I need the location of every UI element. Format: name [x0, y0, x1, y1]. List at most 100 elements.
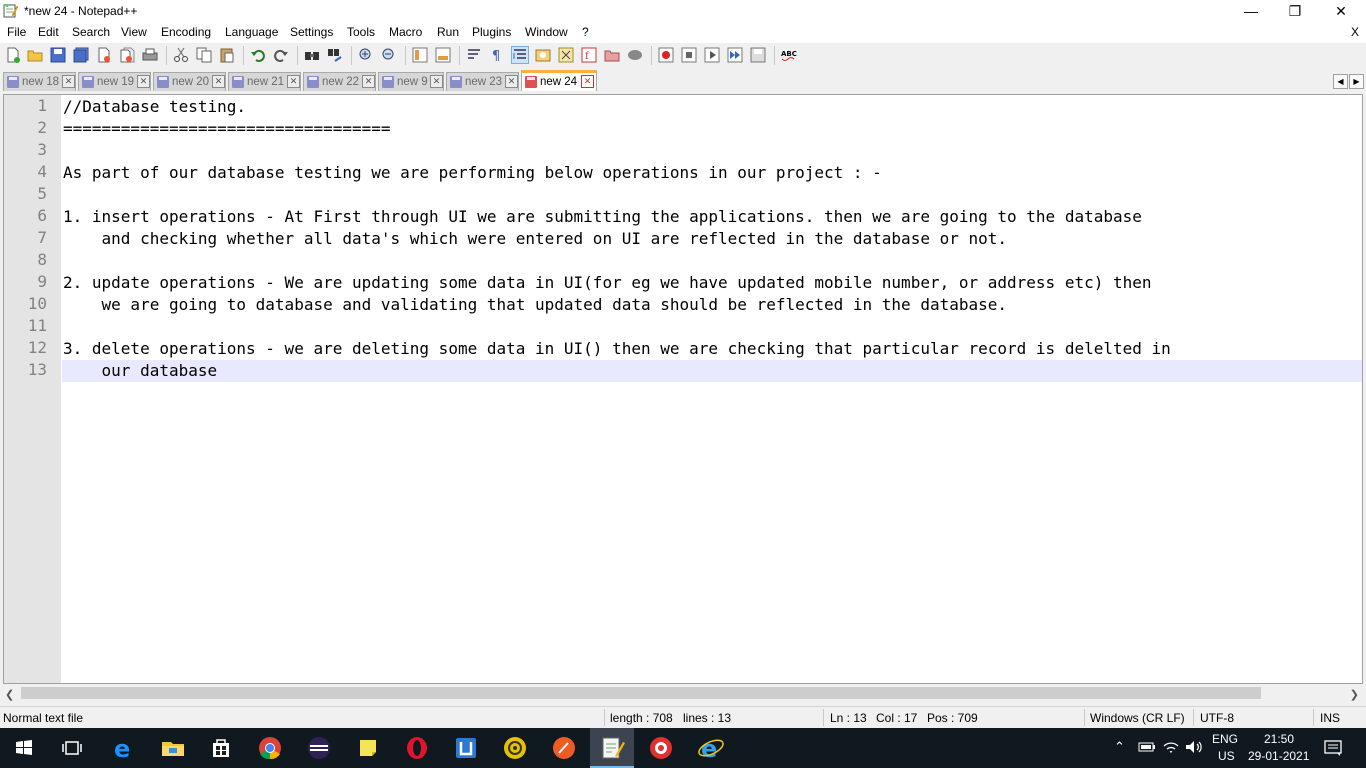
function-list-icon[interactable]: f: [581, 47, 597, 63]
text-line[interactable]: and checking whether all data's which we…: [62, 228, 1362, 250]
menu-run[interactable]: Run: [437, 25, 459, 39]
play-macro-icon[interactable]: [704, 47, 720, 63]
tab-new-23[interactable]: new 23 ✕: [446, 72, 519, 91]
menu-language[interactable]: Language: [225, 25, 278, 39]
tray-app-icon[interactable]: [501, 734, 529, 762]
tab-new-24[interactable]: new 24 ✕: [521, 70, 597, 91]
app-icon[interactable]: [452, 734, 480, 762]
zoom-out-icon[interactable]: [381, 47, 397, 63]
clock-date[interactable]: 29-01-2021: [1248, 749, 1309, 763]
open-file-icon[interactable]: [27, 47, 43, 63]
sticky-notes-icon[interactable]: [354, 734, 382, 762]
battery-icon[interactable]: [1138, 741, 1156, 753]
menu-file[interactable]: File: [7, 25, 26, 39]
spell-check-icon[interactable]: ABC: [781, 47, 797, 63]
notepadpp-taskbar-icon[interactable]: [598, 734, 626, 762]
file-explorer-icon[interactable]: [159, 734, 187, 762]
show-all-characters-icon[interactable]: ¶: [489, 47, 505, 63]
menu-macro[interactable]: Macro: [389, 25, 422, 39]
close-all-icon[interactable]: [119, 47, 135, 63]
restore-button[interactable]: ❐: [1272, 0, 1318, 22]
tab-new-18[interactable]: new 18 ✕: [3, 72, 76, 91]
tab-new-21[interactable]: new 21 ✕: [228, 72, 301, 91]
tab-new-22[interactable]: new 22 ✕: [303, 72, 376, 91]
indent-guide-icon[interactable]: [511, 46, 529, 64]
input-language[interactable]: ENG: [1212, 732, 1238, 746]
tab-close-icon[interactable]: ✕: [137, 75, 150, 88]
text-line[interactable]: 3. delete operations - we are deleting s…: [62, 338, 1362, 360]
internet-explorer-icon[interactable]: e: [697, 734, 725, 762]
close-window-button[interactable]: ✕: [1318, 0, 1364, 22]
text-line[interactable]: As part of our database testing we are p…: [62, 162, 1362, 184]
volume-icon[interactable]: [1184, 738, 1204, 756]
stop-macro-icon[interactable]: [681, 47, 697, 63]
clock-time[interactable]: 21:50: [1264, 732, 1294, 746]
tab-new-20[interactable]: new 20 ✕: [153, 72, 226, 91]
menu-window[interactable]: Window: [525, 25, 568, 39]
word-wrap-icon[interactable]: [466, 47, 482, 63]
text-area[interactable]: //Database testing. ====================…: [62, 95, 1362, 683]
eclipse-icon[interactable]: [305, 734, 333, 762]
text-line[interactable]: [62, 250, 1362, 272]
text-line[interactable]: [62, 184, 1362, 206]
paste-icon[interactable]: [219, 47, 235, 63]
text-line[interactable]: ==================================: [62, 118, 1362, 140]
menu-plugins[interactable]: Plugins: [472, 25, 511, 39]
run-macro-multiple-icon[interactable]: [727, 47, 743, 63]
task-view-icon[interactable]: [58, 734, 86, 762]
edge-icon[interactable]: e: [110, 734, 138, 762]
record-macro-icon[interactable]: [658, 47, 674, 63]
replace-icon[interactable]: [327, 47, 343, 63]
menu-tools[interactable]: Tools: [347, 25, 375, 39]
menu-view[interactable]: View: [121, 25, 147, 39]
menu-encoding[interactable]: Encoding: [161, 25, 211, 39]
document-map-icon[interactable]: [558, 47, 574, 63]
tab-new-19[interactable]: new 19 ✕: [78, 72, 151, 91]
text-line[interactable]: [62, 316, 1362, 338]
cut-icon[interactable]: [173, 47, 189, 63]
notifications-icon[interactable]: [1323, 738, 1343, 758]
copy-icon[interactable]: [196, 47, 212, 63]
menu-help[interactable]: ?: [582, 25, 589, 39]
editor[interactable]: 1 2 3 4 5 6 7 8 9 10 11 12 13 //Database…: [3, 94, 1363, 684]
tab-close-icon[interactable]: ✕: [505, 75, 518, 88]
tab-close-icon[interactable]: ✕: [212, 75, 225, 88]
input-region[interactable]: US: [1218, 749, 1235, 763]
opera-icon[interactable]: [403, 734, 431, 762]
folder-as-workspace-icon[interactable]: [604, 47, 620, 63]
microsoft-store-icon[interactable]: [207, 734, 235, 762]
new-file-icon[interactable]: [5, 47, 21, 63]
redo-icon[interactable]: [273, 47, 289, 63]
menu-settings[interactable]: Settings: [290, 25, 333, 39]
text-line[interactable]: //Database testing.: [62, 96, 1362, 118]
wifi-icon[interactable]: [1162, 738, 1180, 756]
scroll-right-icon[interactable]: ❯: [1350, 688, 1359, 701]
recorder-icon[interactable]: [647, 734, 675, 762]
text-line[interactable]: [62, 140, 1362, 162]
sync-vertical-icon[interactable]: [412, 47, 428, 63]
text-line[interactable]: 2. update operations - We are updating s…: [62, 272, 1362, 294]
tab-scroll-right-icon[interactable]: ▶: [1349, 74, 1364, 89]
tab-scroll-left-icon[interactable]: ◀: [1333, 74, 1348, 89]
show-hidden-icons-icon[interactable]: ⌃: [1114, 739, 1125, 755]
current-text-line[interactable]: our database: [62, 360, 1362, 382]
scrollbar-thumb[interactable]: [21, 687, 1261, 699]
tab-close-icon[interactable]: ✕: [62, 75, 75, 88]
scroll-left-icon[interactable]: ❮: [5, 688, 14, 701]
monitoring-icon[interactable]: [627, 47, 643, 63]
text-line[interactable]: we are going to database and validating …: [62, 294, 1362, 316]
close-document-button[interactable]: X: [1351, 25, 1359, 39]
chrome-icon[interactable]: [256, 734, 284, 762]
find-icon[interactable]: [304, 47, 320, 63]
horizontal-scrollbar[interactable]: ❮ ❯: [3, 685, 1363, 702]
tab-close-icon[interactable]: ✕: [430, 75, 443, 88]
save-icon[interactable]: [50, 47, 66, 63]
tab-close-icon[interactable]: ✕: [581, 75, 594, 88]
close-icon[interactable]: [96, 47, 112, 63]
start-windows-icon[interactable]: [10, 734, 38, 762]
postman-icon[interactable]: [550, 734, 578, 762]
save-macro-icon[interactable]: [750, 47, 766, 63]
tab-close-icon[interactable]: ✕: [287, 75, 300, 88]
menu-edit[interactable]: Edit: [38, 25, 59, 39]
undo-icon[interactable]: [250, 47, 266, 63]
